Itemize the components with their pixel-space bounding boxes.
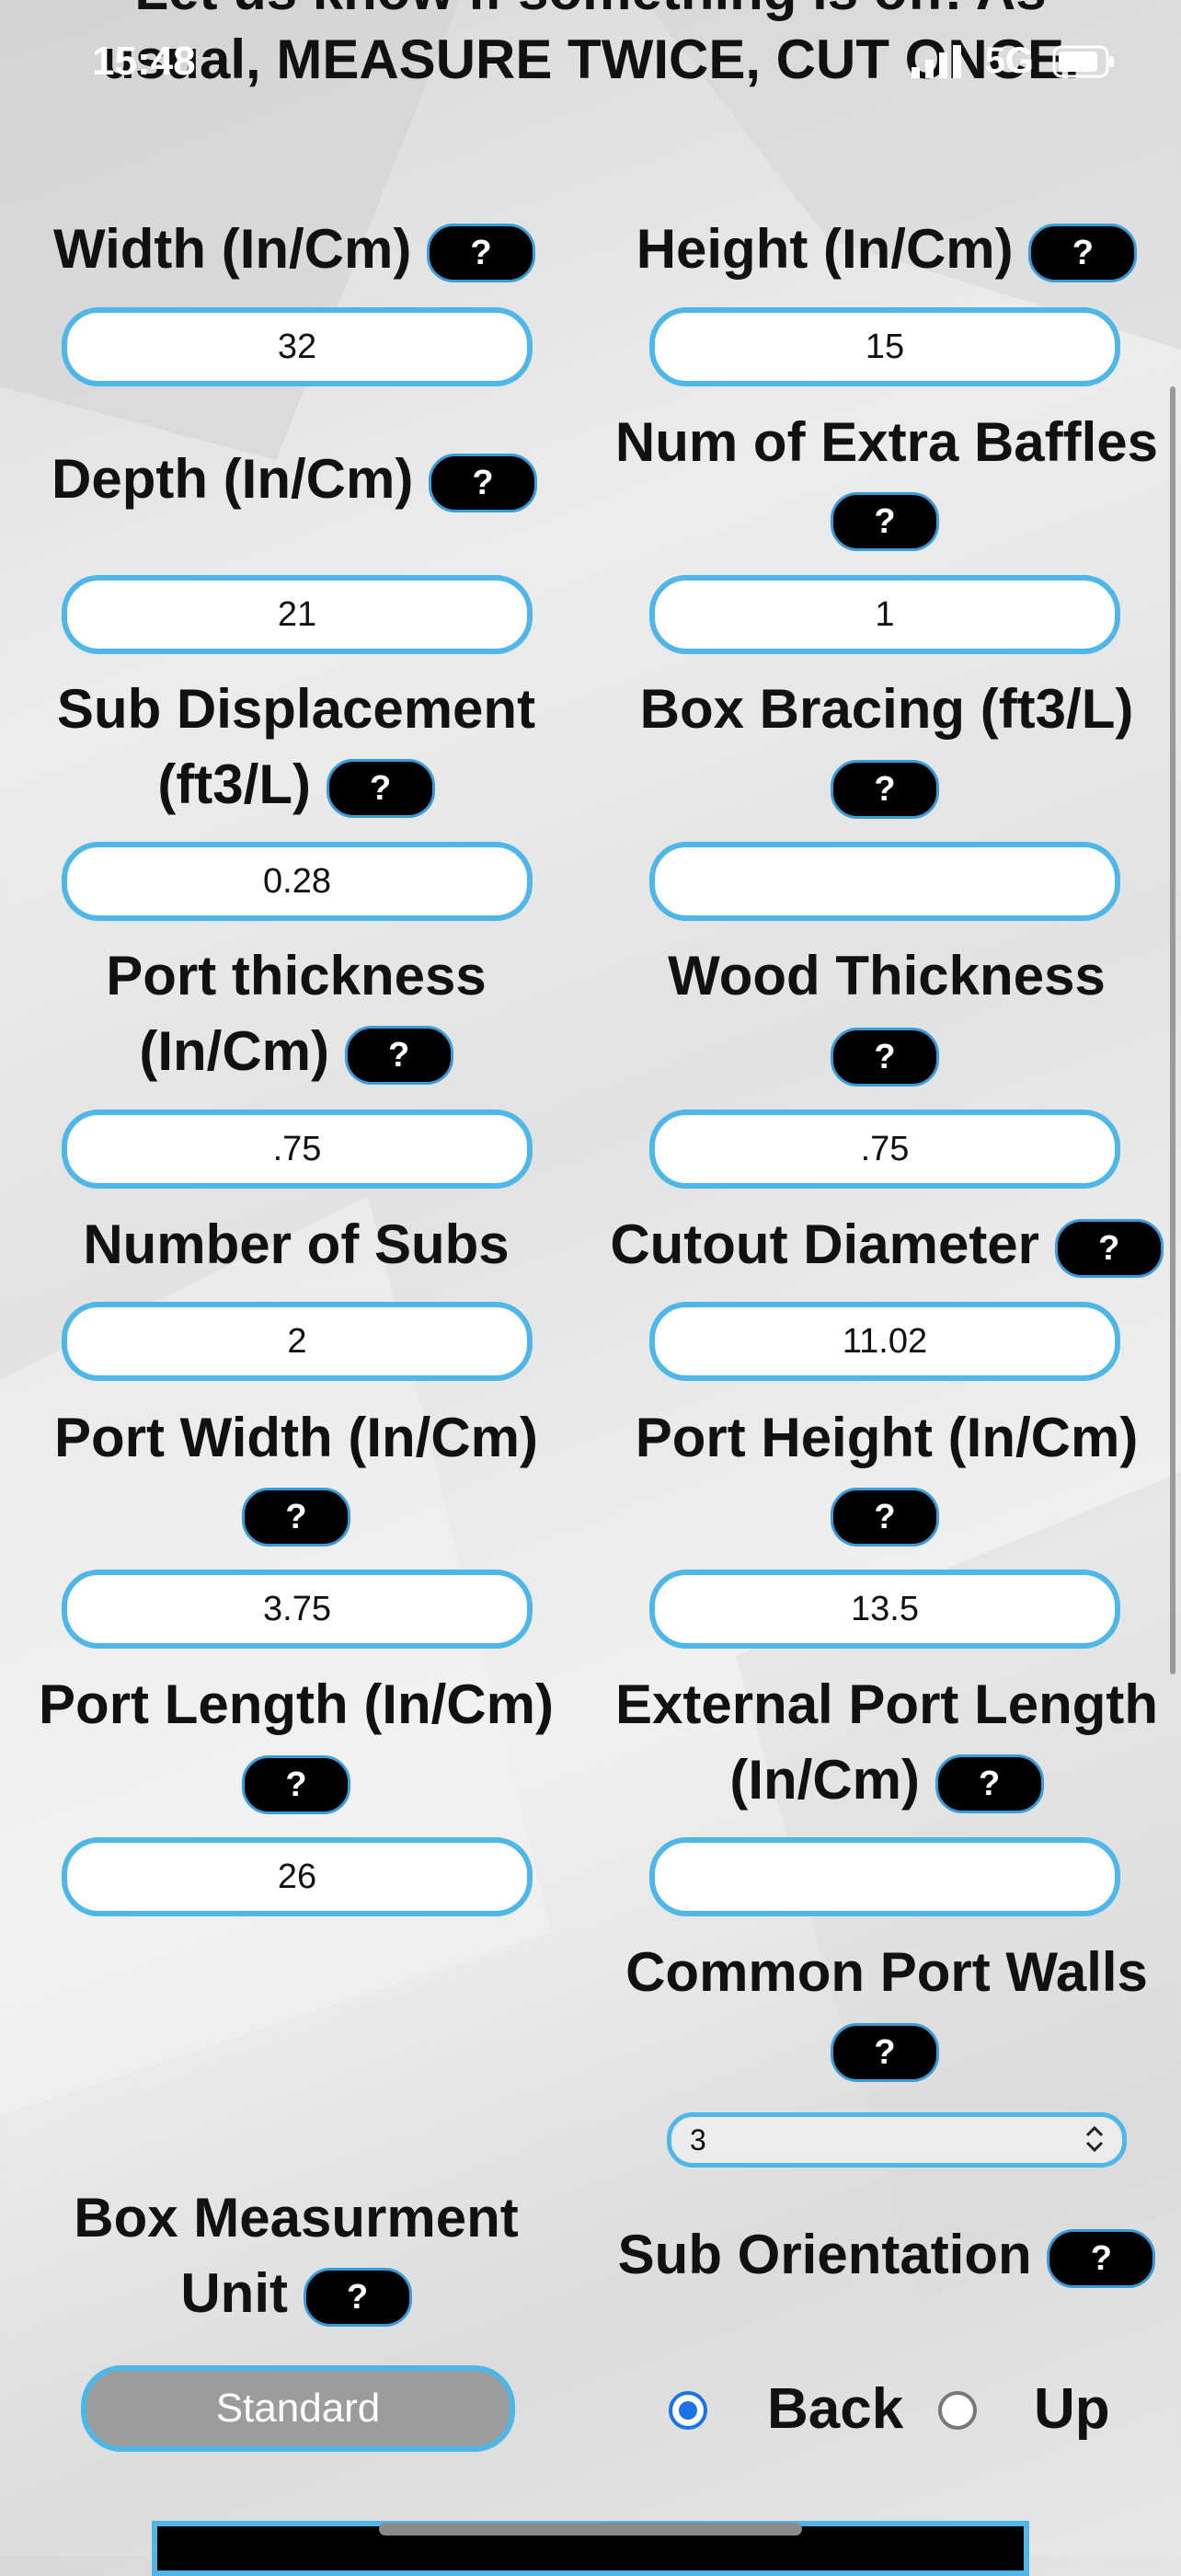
box-bracing-input[interactable]	[649, 842, 1120, 921]
width-label: Width (In/Cm)	[52, 218, 412, 280]
cutout-diameter-label: Cutout Diameter	[610, 1213, 1040, 1275]
height-help-button[interactable]: ?	[1028, 224, 1138, 283]
port-thickness-unit: (In/Cm)	[139, 1020, 329, 1082]
width-label-row: Width (In/Cm) ?	[0, 212, 589, 287]
orientation-back-label: Back	[767, 2377, 904, 2441]
status-bar: 15:48 5G	[0, 0, 1181, 129]
standard-unit-button[interactable]: Standard	[81, 2365, 515, 2452]
height-input[interactable]	[649, 307, 1120, 386]
scrollbar[interactable]	[1170, 386, 1175, 1674]
battery-icon	[1052, 45, 1114, 77]
common-port-walls-help-button[interactable]: ?	[831, 2023, 939, 2082]
extra-baffles-input[interactable]	[649, 575, 1120, 654]
sub-displacement-help-button[interactable]: ?	[326, 759, 435, 819]
port-length-input[interactable]	[62, 1837, 533, 1916]
wood-thickness-help-button[interactable]: ?	[831, 1028, 939, 1087]
width-help-button[interactable]: ?	[427, 224, 536, 283]
status-indicators: 5G	[911, 40, 1117, 82]
sub-orientation-help-button[interactable]: ?	[1047, 2229, 1156, 2289]
extra-baffles-help-button[interactable]: ?	[831, 492, 939, 551]
external-port-length-help-button[interactable]: ?	[934, 1754, 1044, 1814]
wood-thickness-input[interactable]	[649, 1110, 1120, 1189]
port-width-label: Port Width (In/Cm)	[53, 1407, 539, 1468]
port-height-help-button[interactable]: ?	[831, 1488, 939, 1547]
port-width-input[interactable]	[62, 1570, 533, 1649]
port-thickness-label: Port thickness	[106, 945, 487, 1006]
port-thickness-help-button[interactable]: ?	[344, 1026, 453, 1086]
depth-input[interactable]	[62, 575, 533, 654]
home-indicator[interactable]	[379, 2523, 802, 2536]
depth-label-row: Depth (In/Cm) ?	[0, 442, 589, 517]
box-unit-label-row2: Unit ?	[0, 2256, 592, 2331]
sub-displacement-unit: (ft3/L)	[157, 753, 311, 815]
box-unit-label: Box Measurment	[74, 2187, 519, 2248]
port-height-label: Port Height (In/Cm)	[635, 1407, 1139, 1468]
cutout-diameter-input[interactable]	[649, 1302, 1120, 1381]
common-port-walls-select[interactable]: 3	[667, 2112, 1127, 2168]
port-length-label: Port Length (In/Cm)	[39, 1673, 554, 1735]
sub-orientation-label-row: Sub Orientation ?	[592, 2217, 1181, 2293]
height-label: Height (In/Cm)	[636, 218, 1014, 280]
extra-baffles-label: Num of Extra Baffles	[614, 411, 1159, 473]
cutout-diameter-label-row: Cutout Diameter ?	[592, 1207, 1181, 1282]
depth-help-button[interactable]: ?	[428, 454, 537, 513]
orientation-back-radio[interactable]	[669, 2391, 707, 2430]
external-port-length-label: External Port Length	[614, 1673, 1159, 1735]
sub-orientation-label: Sub Orientation	[617, 2224, 1032, 2285]
external-port-length-label-row2: (In/Cm) ?	[592, 1742, 1181, 1818]
sub-displacement-label-row2: (ft3/L) ?	[0, 747, 592, 822]
signal-icon	[911, 44, 961, 78]
port-width-help-button[interactable]: ?	[242, 1488, 350, 1547]
box-unit-help-button[interactable]: ?	[303, 2268, 412, 2328]
orientation-up-label: Up	[1034, 2377, 1110, 2441]
common-port-walls-label: Common Port Walls	[625, 1941, 1148, 2003]
box-bracing-label: Box Bracing (ft3/L)	[639, 678, 1134, 740]
port-length-help-button[interactable]: ?	[242, 1755, 350, 1814]
port-thickness-input[interactable]	[62, 1110, 533, 1189]
wood-thickness-label: Wood Thickness	[668, 945, 1106, 1006]
external-port-length-unit: (In/Cm)	[729, 1749, 920, 1811]
width-input[interactable]	[62, 307, 533, 386]
num-subs-label: Number of Subs	[83, 1213, 510, 1275]
cutout-diameter-help-button[interactable]: ?	[1054, 1219, 1164, 1279]
orientation-up-radio[interactable]	[938, 2391, 977, 2430]
port-thickness-label-row2: (In/Cm) ?	[0, 1014, 592, 1089]
sub-displacement-input[interactable]	[62, 842, 533, 921]
box-bracing-help-button[interactable]: ?	[831, 760, 939, 819]
network-type: 5G	[984, 40, 1034, 81]
sub-displacement-label: Sub Displacement	[56, 678, 536, 740]
port-height-input[interactable]	[649, 1570, 1120, 1649]
depth-label: Depth (In/Cm)	[52, 448, 414, 510]
external-port-length-input[interactable]	[649, 1837, 1120, 1916]
chevron-updown-icon	[1085, 2125, 1104, 2153]
box-unit-label-unit: Unit	[180, 2262, 288, 2324]
num-subs-input[interactable]	[62, 1302, 533, 1381]
height-label-row: Height (In/Cm) ?	[592, 212, 1181, 287]
status-time: 15:48	[92, 39, 196, 84]
common-port-walls-value: 3	[690, 2123, 706, 2156]
